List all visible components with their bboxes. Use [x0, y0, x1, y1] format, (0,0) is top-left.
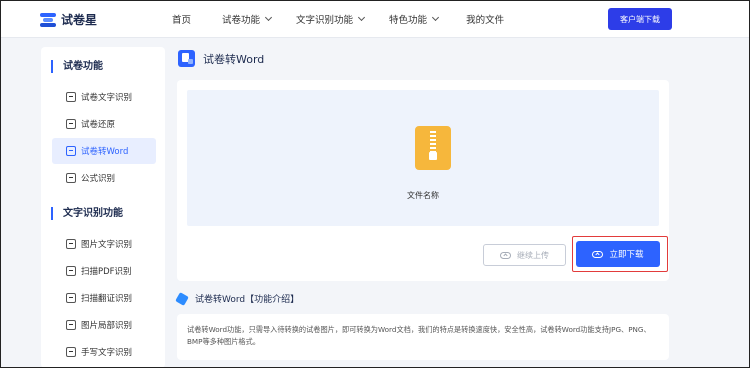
file-name: 文件名称 [407, 191, 439, 200]
sidebar-item-exam-to-word[interactable]: 试卷转Word [52, 138, 156, 164]
cloud-download-icon [592, 250, 604, 258]
sidebar-item-id-card-ocr[interactable]: 扫描翻证识别 [52, 285, 156, 311]
chevron-down-icon [358, 13, 366, 22]
sidebar-section-title-exam: 试卷功能 [51, 60, 103, 73]
app-logo[interactable]: 试卷星 [40, 11, 97, 28]
cloud-upload-icon [500, 251, 511, 259]
page-header: 试卷转Word [178, 50, 264, 67]
word-doc-icon [66, 146, 76, 156]
nav-item-label: 特色功能 [389, 15, 428, 26]
sidebar-item-formula-ocr[interactable]: 公式识别 [52, 165, 156, 191]
sidebar-item-exam-restore[interactable]: 试卷还原 [52, 111, 156, 137]
pdf-icon [66, 266, 76, 276]
logo-text: 试卷星 [61, 13, 98, 27]
download-now-button[interactable]: 立即下载 [576, 241, 660, 267]
nav-item-ocr-features[interactable]: 文字识别功能 [296, 12, 366, 26]
continue-upload-label: 继续上传 [517, 250, 549, 260]
page-title: 试卷转Word [203, 52, 265, 66]
intro-header: 试卷转Word【功能介绍】 [175, 291, 300, 306]
intro-box: 试卷转Word功能，只需导入待转换的试卷图片，即可转换为Word文档，我们的特点… [177, 314, 669, 360]
zip-file-icon [415, 126, 451, 170]
sidebar-item-handwriting-ocr[interactable]: 手写文字识别 [52, 339, 156, 365]
client-download-button[interactable]: 客户端下载 [608, 8, 672, 30]
sidebar-item-pdf-ocr[interactable]: 扫描PDF识别 [52, 258, 156, 284]
file-preview-area[interactable]: 文件名称 [187, 90, 659, 226]
sidebar-section-title-ocr: 文字识别功能 [51, 207, 123, 220]
chevron-down-icon [264, 13, 273, 22]
cube-icon [175, 291, 189, 306]
sidebar-item-label: 试卷文字识别 [81, 93, 133, 103]
sidebar-item-label: 手写文字识别 [81, 348, 133, 358]
nav-item-label: 我的文件 [466, 15, 505, 26]
crop-icon [66, 320, 76, 330]
nav-item-exam-features[interactable]: 试卷功能 [222, 12, 273, 26]
nav-item-home[interactable]: 首页 [172, 12, 191, 26]
id-card-icon [66, 293, 76, 303]
nav-item-my-files[interactable]: 我的文件 [466, 12, 504, 26]
sidebar-item-label: 扫描PDF识别 [81, 267, 132, 277]
handwriting-icon [66, 347, 76, 357]
sidebar-item-label: 扫描翻证识别 [81, 294, 133, 304]
sidebar-item-exam-ocr[interactable]: 试卷文字识别 [52, 84, 156, 110]
intro-text: 试卷转Word功能，只需导入待转换的试卷图片，即可转换为Word文档，我们的特点… [187, 325, 651, 346]
continue-upload-button[interactable]: 继续上传 [483, 244, 566, 266]
sidebar-item-image-ocr[interactable]: 图片文字识别 [52, 231, 156, 257]
sidebar-item-label: 公式识别 [81, 174, 116, 184]
intro-title: 试卷转Word【功能介绍】 [195, 295, 300, 305]
sidebar-item-label: 试卷转Word [81, 147, 129, 157]
image-text-icon [66, 239, 76, 249]
nav-item-special-features[interactable]: 特色功能 [389, 12, 440, 26]
formula-icon [66, 173, 76, 183]
scan-text-icon [66, 92, 76, 102]
download-now-label: 立即下载 [609, 250, 644, 260]
sidebar-item-label: 图片文字识别 [81, 240, 133, 250]
word-convert-icon [178, 50, 195, 67]
main-nav: 首页 试卷功能 文字识别功能 特色功能 我的文件 [172, 12, 504, 26]
top-navigation-bar: 试卷星 首页 试卷功能 文字识别功能 特色功能 我的文件 客户端下载 [0, 0, 750, 38]
sidebar: 试卷功能 试卷文字识别 试卷还原 试卷转Word 公式识别 文字识别功能 图片文… [41, 47, 165, 368]
restore-icon [66, 119, 76, 129]
nav-item-label: 文字识别功能 [296, 15, 354, 26]
nav-item-label: 试卷功能 [222, 15, 261, 26]
nav-item-label: 首页 [172, 15, 192, 26]
logo-icon [40, 12, 56, 27]
chevron-down-icon [432, 13, 440, 22]
sidebar-item-label: 图片局部识别 [81, 321, 133, 331]
sidebar-item-label: 试卷还原 [81, 120, 116, 130]
sidebar-item-partial-ocr[interactable]: 图片局部识别 [52, 312, 156, 338]
